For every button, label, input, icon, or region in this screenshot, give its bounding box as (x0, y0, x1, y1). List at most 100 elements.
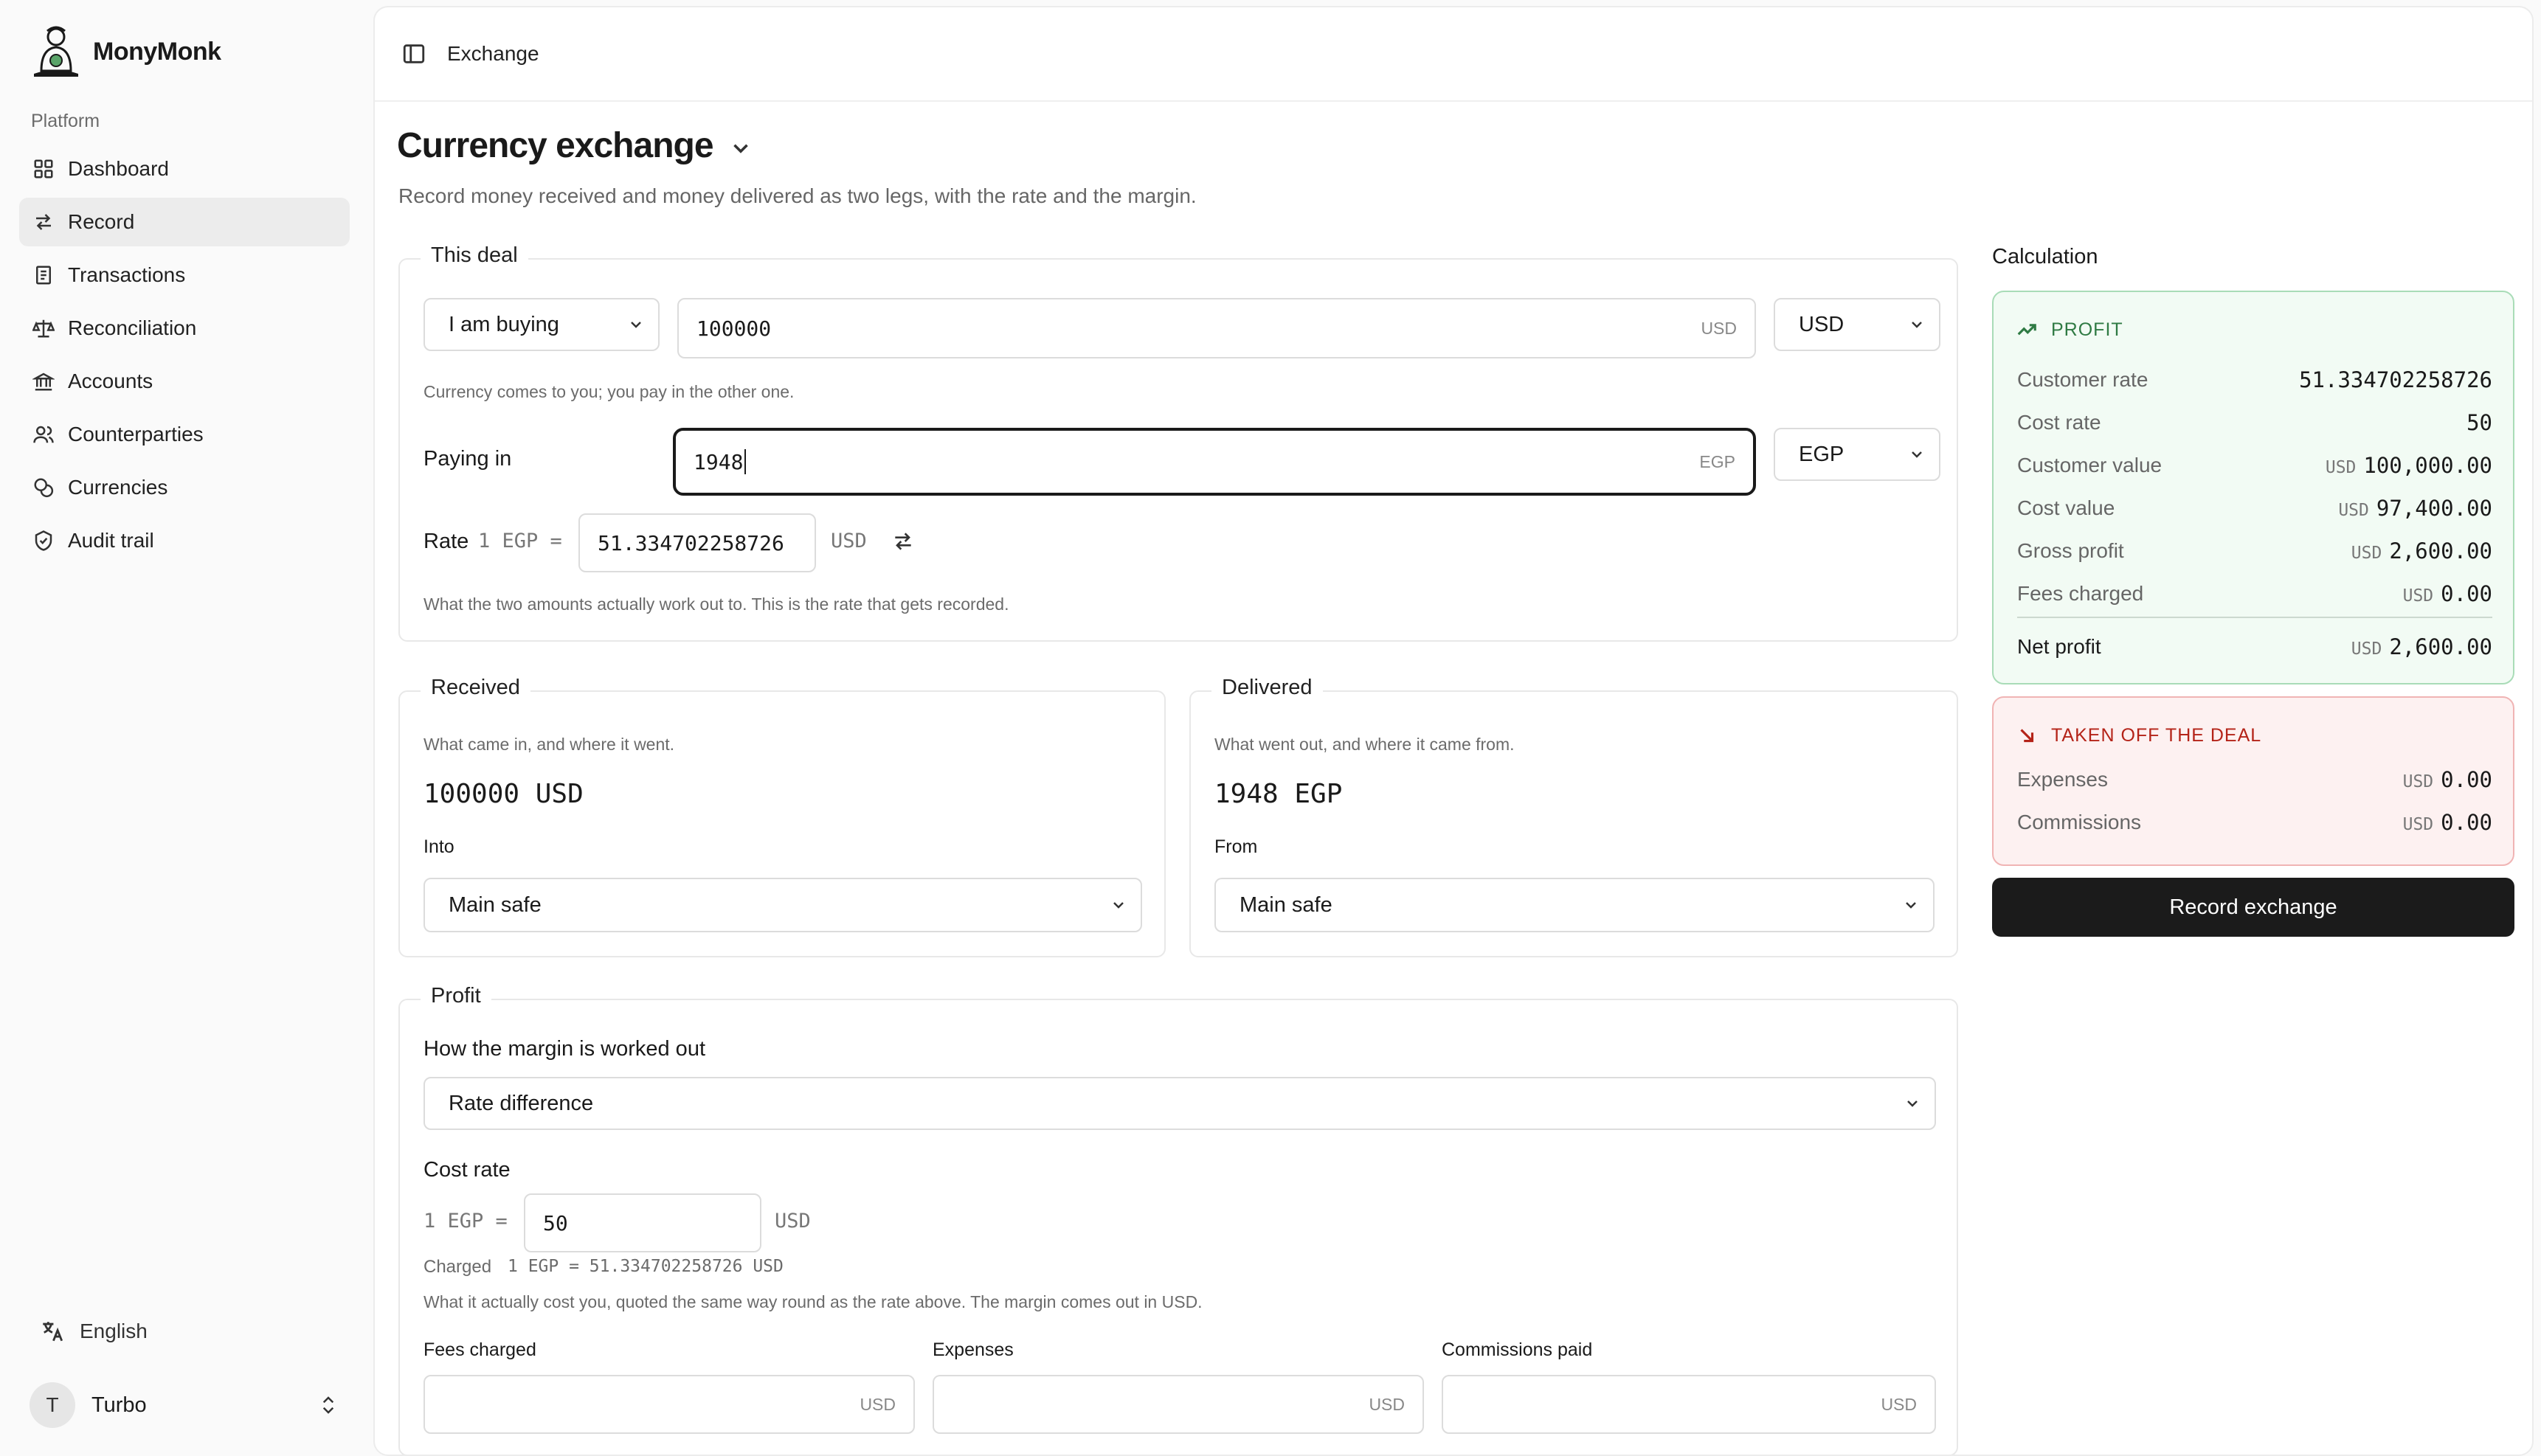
calc-row-currency: USD (2402, 586, 2434, 606)
charged-label: Charged (424, 1257, 492, 1277)
language-label: English (80, 1320, 148, 1342)
sidebar-item-label: Record (68, 210, 135, 233)
calc-row-amount: 0.00 (2441, 767, 2492, 792)
calc-row-value: USD 97,400.00 (2338, 496, 2492, 521)
profit-summary: PROFIT Customer rate 51.334702258726 Cos… (1992, 291, 2514, 684)
calc-row-amount: 0.00 (2441, 581, 2492, 606)
brand-name: MonyMonk (93, 37, 221, 66)
language-switcher[interactable]: English (40, 1319, 148, 1344)
sidebar-item-currencies[interactable]: Currencies (19, 463, 350, 512)
calc-row-currency: USD (2338, 501, 2369, 520)
from-account-value: Main safe (1240, 892, 1332, 917)
amount-input[interactable]: 100000 USD (677, 298, 1756, 358)
fees-input[interactable]: USD (424, 1375, 915, 1434)
calc-row-currency: USD (2402, 772, 2434, 791)
chevron-down-icon (733, 143, 748, 153)
record-exchange-button[interactable]: Record exchange (1992, 878, 2514, 937)
rate-hint: What the two amounts actually work out t… (424, 594, 1009, 614)
trending-up-icon (2017, 324, 2036, 336)
received-legend: Received (421, 676, 530, 700)
sidebar-item-reconciliation[interactable]: Reconciliation (19, 304, 350, 353)
paying-amount-value: 1948 (694, 449, 744, 474)
sidebar-item-transactions[interactable]: Transactions (19, 251, 350, 299)
calc-row-label: Cost rate (2017, 411, 2101, 434)
rate-suffix: USD (831, 530, 867, 552)
nav-section-label: Platform (31, 111, 100, 131)
swap-icon (36, 214, 51, 230)
avatar: T (30, 1382, 75, 1428)
sidebar-item-label: Audit trail (68, 529, 154, 552)
calc-row-label: Cost value (2017, 496, 2115, 519)
margin-method-label: How the margin is worked out (424, 1037, 705, 1061)
chevron-down-icon (1907, 1100, 1918, 1107)
calc-row-gross-profit: Gross profit USD 2,600.00 (2017, 538, 2492, 564)
chevron-down-icon (1912, 451, 1922, 458)
receipt-icon (36, 266, 51, 285)
profit-head-label: PROFIT (2051, 319, 2123, 340)
from-account-select[interactable]: Main safe (1214, 878, 1935, 932)
sidebar-nav: Dashboard Record Transactions Reconcilia… (19, 145, 350, 569)
user-menu[interactable]: T Turbo (30, 1381, 339, 1429)
calc-row-label: Gross profit (2017, 539, 2124, 562)
expenses-input[interactable]: USD (933, 1375, 1424, 1434)
rate-input[interactable]: 51.334702258726 (578, 513, 816, 572)
page-title-row[interactable]: Currency exchange (397, 125, 753, 166)
calc-row-amount: 100,000.00 (2363, 453, 2492, 478)
bank-icon (32, 372, 55, 391)
rate-value: 51.334702258726 (598, 530, 784, 555)
calc-row-net-profit: Net profit USD 2,600.00 (2017, 634, 2492, 659)
page-title: Currency exchange (397, 126, 714, 165)
sidebar-item-dashboard[interactable]: Dashboard (19, 145, 350, 193)
calc-row-value: 51.334702258726 (2299, 367, 2492, 392)
cost-rate-value: 50 (543, 1210, 568, 1235)
commissions-input[interactable]: USD (1442, 1375, 1936, 1434)
sidebar-toggle-icon[interactable] (401, 41, 426, 66)
into-label: Into (424, 836, 454, 857)
chevron-up-down-icon (322, 1396, 334, 1414)
breadcrumb: Exchange (447, 42, 539, 65)
fees-label: Fees charged (424, 1339, 536, 1360)
chevron-down-icon (631, 322, 641, 328)
calc-row-value: USD 2,600.00 (2351, 634, 2492, 659)
swap-rate-icon[interactable] (891, 530, 915, 553)
sidebar: MonyMonk Platform Dashboard Record Trans… (0, 0, 369, 1456)
calc-row-customer-value: Customer value USD 100,000.00 (2017, 453, 2492, 478)
sidebar-item-audit-trail[interactable]: Audit trail (19, 516, 350, 565)
cost-rate-prefix: 1 EGP = (424, 1210, 508, 1233)
coins-icon (34, 478, 54, 498)
sidebar-item-label: Counterparties (68, 423, 204, 446)
calc-row-cost-value: Cost value USD 97,400.00 (2017, 496, 2492, 521)
sidebar-item-counterparties[interactable]: Counterparties (19, 410, 350, 459)
into-account-select[interactable]: Main safe (424, 878, 1142, 932)
calc-row-currency: USD (2325, 458, 2357, 477)
chevron-down-icon (1906, 902, 1916, 909)
grid-icon (34, 159, 53, 178)
sidebar-item-record[interactable]: Record (19, 198, 350, 246)
currency-select[interactable]: USD (1774, 298, 1940, 351)
profit-head: PROFIT (2016, 319, 2123, 341)
sidebar-item-label: Accounts (68, 370, 153, 392)
brand[interactable]: MonyMonk (31, 25, 221, 78)
deal-hint: Currency comes to you; you pay in the ot… (424, 382, 795, 401)
sidebar-item-label: Dashboard (68, 157, 169, 180)
direction-select[interactable]: I am buying (424, 298, 660, 351)
into-account-value: Main safe (449, 892, 542, 917)
chevron-down-icon (1912, 322, 1922, 328)
sidebar-item-accounts[interactable]: Accounts (19, 357, 350, 406)
calc-row-value: USD 0.00 (2403, 581, 2492, 606)
cost-rate-input[interactable]: 50 (524, 1193, 761, 1252)
users-icon (33, 426, 54, 443)
calc-row-expenses: Expenses USD 0.00 (2017, 767, 2492, 792)
calc-row-label: Commissions (2017, 811, 2142, 833)
delivered-hint: What went out, and where it came from. (1214, 735, 1515, 754)
calculation-title: Calculation (1992, 245, 2098, 268)
text-cursor (744, 449, 747, 474)
main-panel: Exchange Currency exchange Record money … (373, 6, 2534, 1456)
paying-currency-select[interactable]: EGP (1774, 428, 1940, 481)
topbar: Exchange (375, 7, 2532, 102)
rate-label: Rate (424, 530, 469, 553)
margin-method-select[interactable]: Rate difference (424, 1077, 1936, 1130)
calc-row-amount: 0.00 (2441, 810, 2492, 835)
paying-amount-input[interactable]: 1948 EGP (673, 428, 1756, 496)
profit-legend: Profit (421, 984, 491, 1008)
